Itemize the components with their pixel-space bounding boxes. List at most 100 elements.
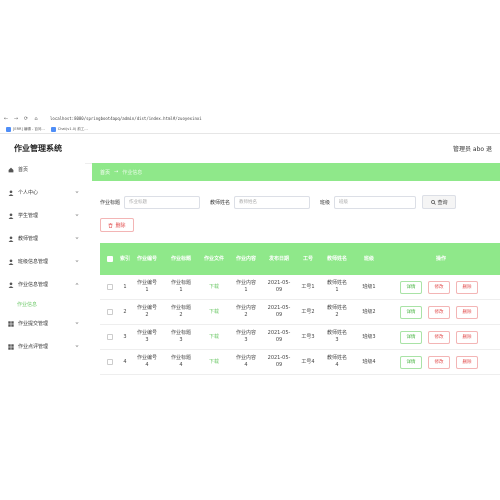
- user-icon: [8, 235, 14, 242]
- cell-download-link[interactable]: 下载: [198, 359, 230, 366]
- home-icon: [8, 167, 14, 173]
- sidebar-item-profile[interactable]: 个人中心: [0, 181, 85, 204]
- cell-date: 2021-05- 09: [267, 280, 291, 293]
- title-label: 作业标题: [100, 199, 121, 206]
- cell-date: 2021-05- 09: [267, 355, 291, 368]
- checkbox-box: [107, 359, 113, 365]
- breadcrumb-current: 作业信息: [122, 169, 143, 176]
- column-header: 索引: [120, 255, 131, 262]
- row-checkbox[interactable]: [100, 309, 120, 315]
- delete-button[interactable]: 删除: [456, 330, 478, 344]
- table-row: 4 作业编号 4 作业标题 4 下载 作业内容 4 2021-05- 09 工号…: [100, 350, 500, 375]
- search-icon: [430, 199, 436, 205]
- admin-info[interactable]: 管理员 abo 退: [453, 144, 492, 153]
- row-checkbox[interactable]: [100, 334, 120, 340]
- cell-download-link[interactable]: 下载: [198, 334, 230, 341]
- bookmark-item[interactable]: Chat(v1.0) 前工...: [50, 127, 88, 132]
- cell-actions: 详情 修改 删除: [384, 330, 500, 344]
- bookmark-icon: [6, 127, 11, 132]
- table-header: 索引 作业编号 作业标题 作业文件 作业内容 发布日期 工号 教师姓名 班级 操…: [100, 243, 500, 275]
- user-icon: [8, 212, 14, 219]
- cell-download-link[interactable]: 下载: [198, 309, 230, 316]
- edit-button[interactable]: 修改: [428, 280, 450, 294]
- cell-class: 班级2: [362, 308, 376, 315]
- delete-button[interactable]: 删除: [456, 280, 478, 294]
- sidebar-item-label: 个人中心: [18, 190, 39, 196]
- chevron-up-icon: [75, 282, 79, 285]
- cell-job-no: 工号4: [301, 358, 315, 365]
- cell-download-link[interactable]: 下载: [198, 284, 230, 291]
- class-input[interactable]: 班级: [334, 195, 417, 209]
- teacher-input[interactable]: 教师姓名: [234, 195, 311, 209]
- sidebar-item-label: 首页: [18, 167, 29, 173]
- cell-job-no: 工号3: [301, 333, 315, 340]
- table-row: 2 作业编号 2 作业标题 2 下载 作业内容 2 2021-05- 09 工号…: [100, 300, 500, 325]
- chevron-down-icon: [75, 237, 79, 240]
- detail-button[interactable]: 详情: [400, 330, 422, 344]
- table-row: 1 作业编号 1 作业标题 1 下载 作业内容 1 2021-05- 09 工号…: [100, 275, 500, 300]
- bulk-delete-label: 删除: [115, 222, 126, 229]
- cell-actions: 详情 修改 删除: [384, 280, 500, 294]
- cell-content: 作业内容 1: [235, 280, 256, 293]
- checkbox-box: [107, 309, 113, 315]
- sidebar-item-homework[interactable]: 作业信息管理: [0, 273, 85, 296]
- title-input[interactable]: 作业标题: [124, 195, 201, 209]
- user-icon: [8, 189, 14, 196]
- grid-icon: [8, 320, 14, 327]
- select-all-checkbox[interactable]: [100, 256, 120, 262]
- breadcrumb: 首页 → 作业信息: [92, 163, 500, 181]
- cell-date: 2021-05- 09: [267, 330, 291, 343]
- sidebar-subitem-homework-info[interactable]: 作业信息: [0, 296, 85, 312]
- forward-icon[interactable]: →: [12, 116, 20, 122]
- sidebar-item-submissions[interactable]: 作业提交管理: [0, 312, 85, 335]
- sidebar-item-students[interactable]: 学生管理: [0, 204, 85, 227]
- edit-button[interactable]: 修改: [428, 330, 450, 344]
- cell-no: 作业编号 3: [136, 330, 157, 343]
- row-checkbox[interactable]: [100, 284, 120, 290]
- sidebar-item-label: 学生管理: [18, 213, 39, 219]
- delete-button[interactable]: 删除: [456, 305, 478, 319]
- bookmark-item[interactable]: [ERR] 编辑 - 百问...: [6, 127, 45, 132]
- home-nav-icon[interactable]: ⌂: [32, 116, 40, 122]
- cell-title: 作业标题 4: [170, 355, 191, 368]
- browser-toolbar: ← → ⟳ ⌂ localhost:8080/springboot4apq/ad…: [0, 113, 500, 124]
- teacher-label: 教师姓名: [210, 199, 231, 206]
- query-button[interactable]: 查询: [422, 195, 457, 209]
- app-title: 作业管理系统: [14, 144, 62, 153]
- column-header: 工号: [302, 255, 313, 262]
- sidebar-item-label: 班级信息管理: [18, 259, 49, 265]
- back-icon[interactable]: ←: [2, 116, 10, 122]
- breadcrumb-home[interactable]: 首页: [100, 169, 110, 176]
- sidebar-item-classes[interactable]: 班级信息管理: [0, 250, 85, 273]
- sidebar-item-home[interactable]: 首页: [0, 158, 85, 181]
- sidebar-item-label: 教师管理: [18, 236, 39, 242]
- cell-content: 作业内容 2: [235, 305, 256, 318]
- edit-button[interactable]: 修改: [428, 355, 450, 369]
- column-header: 教师姓名: [326, 255, 347, 262]
- detail-button[interactable]: 详情: [400, 280, 422, 294]
- cell-class: 班级4: [362, 358, 376, 365]
- checkbox-box: [107, 256, 113, 262]
- cell-job-no: 工号2: [301, 308, 315, 315]
- bookmark-label: Chat(v1.0) 前工...: [57, 127, 88, 131]
- detail-button[interactable]: 详情: [400, 305, 422, 319]
- table-row: 3 作业编号 3 作业标题 3 下载 作业内容 3 2021-05- 09 工号…: [100, 325, 500, 350]
- delete-button[interactable]: 删除: [456, 355, 478, 369]
- address-bar[interactable]: localhost:8080/springboot4apq/admin/dist…: [50, 116, 202, 121]
- detail-button[interactable]: 详情: [400, 355, 422, 369]
- sidebar-item-reviews[interactable]: 作业点评管理: [0, 335, 85, 358]
- reload-icon[interactable]: ⟳: [22, 116, 30, 122]
- edit-button[interactable]: 修改: [428, 305, 450, 319]
- query-button-label: 查询: [437, 199, 448, 206]
- row-checkbox[interactable]: [100, 359, 120, 365]
- bulk-delete-button[interactable]: 删除: [100, 218, 134, 232]
- bookmark-label: [ERR] 编辑 - 百问...: [13, 127, 45, 131]
- cell-teacher: 教师姓名 2: [326, 305, 347, 318]
- grid-icon: [8, 343, 14, 350]
- cell-index: 2: [123, 308, 127, 315]
- cell-index: 4: [123, 358, 127, 365]
- cell-teacher: 教师姓名 4: [326, 355, 347, 368]
- cell-no: 作业编号 1: [136, 280, 157, 293]
- cell-teacher: 教师姓名 3: [326, 330, 347, 343]
- sidebar-item-teachers[interactable]: 教师管理: [0, 227, 85, 250]
